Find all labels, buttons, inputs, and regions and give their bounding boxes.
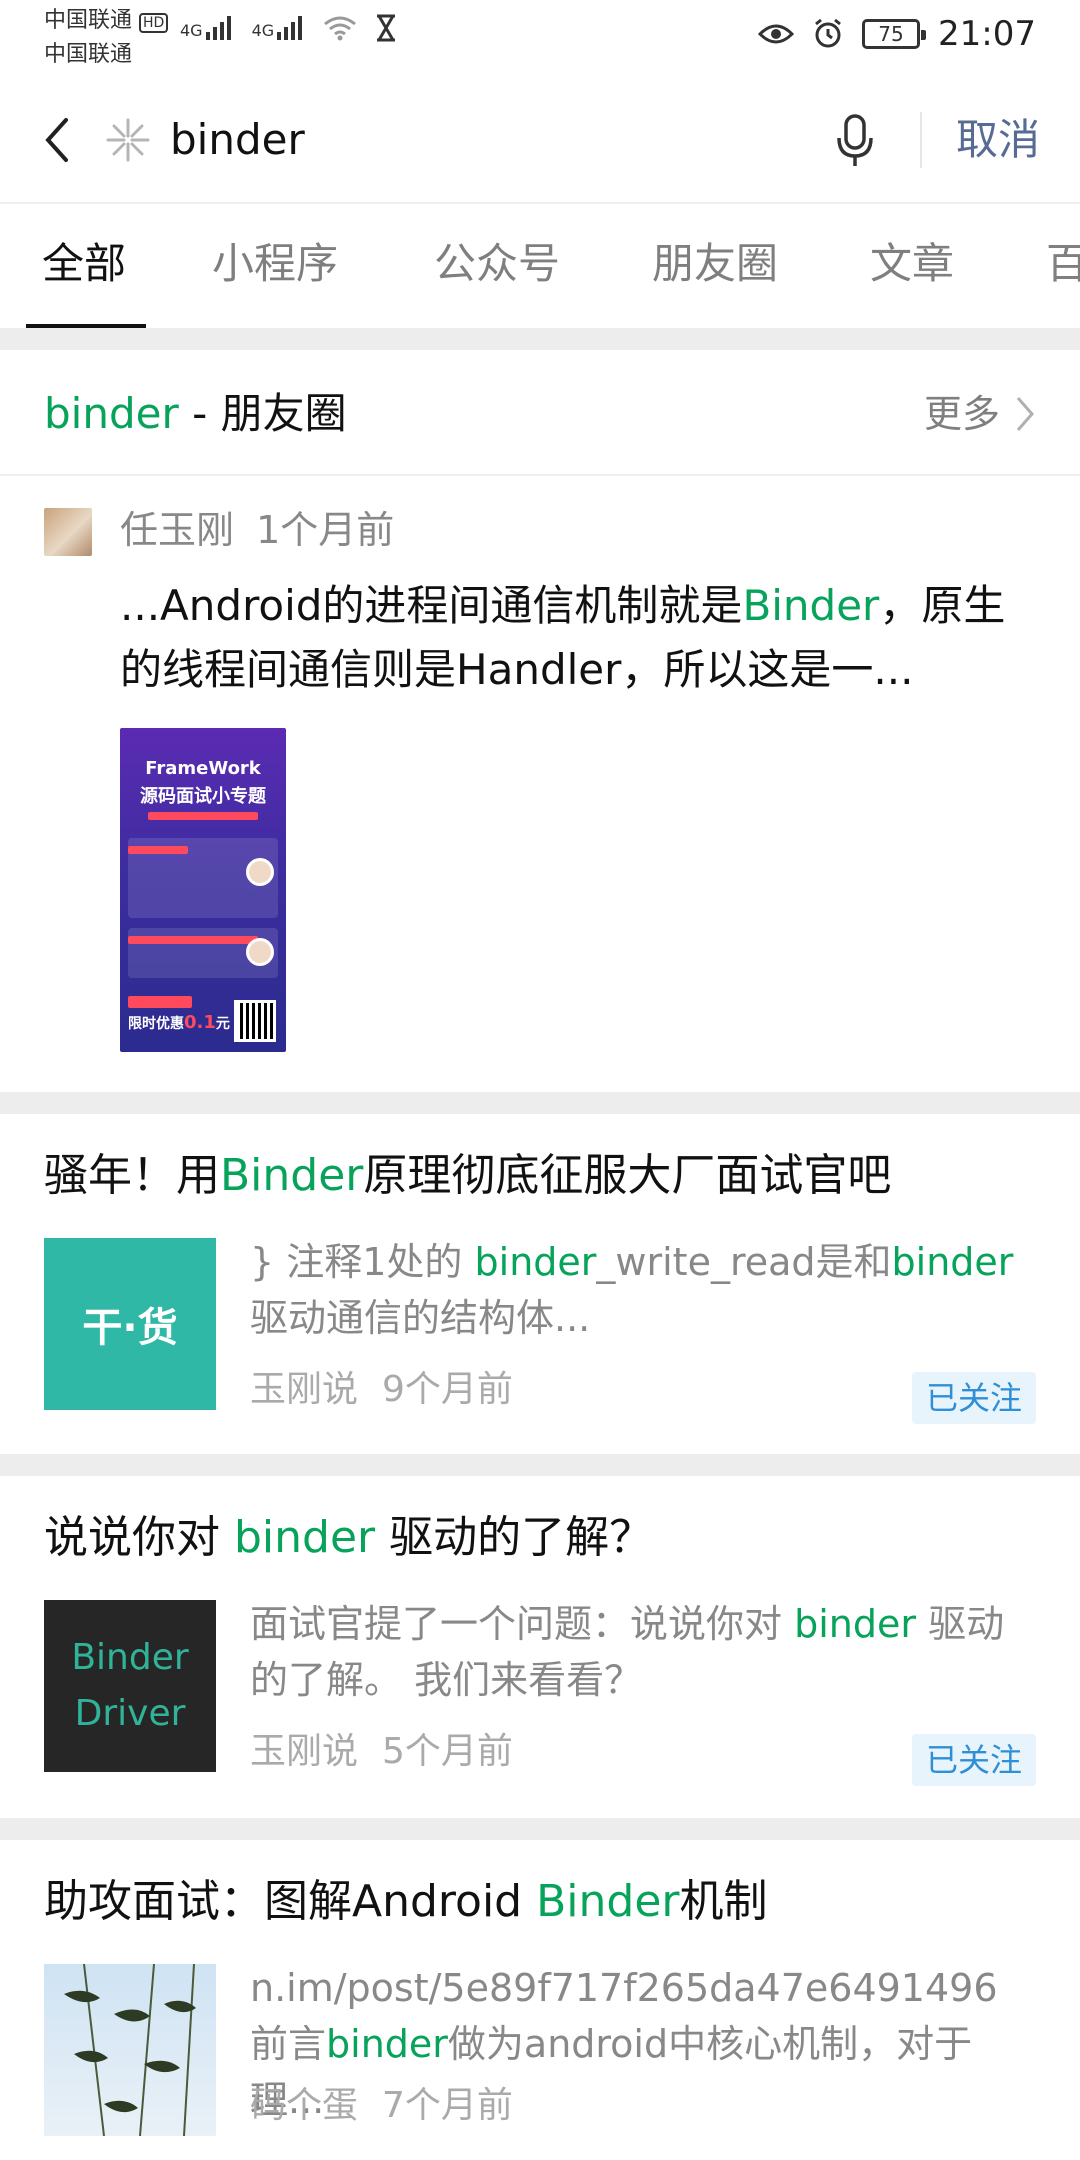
clock: 21:07: [938, 14, 1036, 54]
article-meta: 玉刚说 9个月前: [250, 1369, 513, 1410]
qr-code: [234, 1000, 276, 1042]
post-author-line: 任玉刚 1个月前: [120, 502, 394, 558]
post-author: 任玉刚: [120, 508, 235, 552]
followed-badge: 已关注: [911, 1372, 1036, 1424]
article-title: 骚年！用Binder原理彻底征服大厂面试官吧: [44, 1150, 892, 1201]
signal-icon-1: 4G: [180, 16, 234, 40]
more-button[interactable]: 更多: [924, 386, 1036, 442]
microphone-icon[interactable]: [830, 110, 880, 170]
hd-badge: HD: [139, 13, 169, 33]
avatar[interactable]: [44, 508, 92, 556]
signal-icon-2: 4G: [252, 16, 306, 40]
article-thumbnail: [44, 1964, 216, 2136]
carrier-1: 中国联通 HD: [44, 8, 169, 36]
network-icons: 4G 4G: [180, 14, 397, 42]
article-result[interactable]: 助攻面试：图解Android Binder机制 n.im/post/5e89f7…: [0, 1840, 1080, 2160]
status-right: 75 21:07: [758, 14, 1036, 54]
section-title: binder - 朋友圈: [44, 389, 347, 438]
article-meta: 码个蛋 7个月前: [250, 2085, 513, 2126]
back-arrow-icon[interactable]: [36, 110, 80, 170]
followed-badge: 已关注: [911, 1734, 1036, 1786]
tab-all[interactable]: 全部: [42, 234, 126, 294]
post-text: ...Android的进程间通信机制就是Binder，原生的线程间通信则是Han…: [120, 581, 1006, 694]
section-gap: [0, 1092, 1080, 1114]
article-thumbnail: Binder Driver: [44, 1600, 216, 1772]
search-divider: [920, 112, 922, 168]
status-bar: 中国联通 HD 中国联通 4G 4G 75 21:07: [0, 0, 1080, 80]
section-gap: [0, 1454, 1080, 1476]
section-gap: [0, 328, 1080, 350]
moments-post[interactable]: 任玉刚 1个月前 ...Android的进程间通信机制就是Binder，原生的线…: [0, 478, 1080, 1092]
moments-section-header: binder - 朋友圈 更多: [0, 350, 1080, 476]
tab-moments[interactable]: 朋友圈: [652, 234, 778, 294]
article-result[interactable]: 骚年！用Binder原理彻底征服大厂面试官吧 干·货 } 注释1处的 binde…: [0, 1114, 1080, 1454]
cancel-button[interactable]: 取消: [956, 110, 1040, 170]
post-image[interactable]: FrameWork 源码面试小专题 限时优惠0.1元: [120, 728, 286, 1052]
search-bar: binder 取消: [0, 80, 1080, 200]
section-gap: [0, 1818, 1080, 1840]
wifi-icon: [324, 16, 357, 41]
article-thumbnail: 干·货: [44, 1238, 216, 1410]
carrier-2: 中国联通: [44, 42, 133, 67]
tab-encyclopedia[interactable]: 百: [1046, 234, 1080, 294]
bamboo-leaves-image: [64, 1964, 196, 2136]
article-title: 助攻面试：图解Android Binder机制: [44, 1876, 768, 1927]
filter-tabs: 全部 小程序 公众号 朋友圈 文章 百: [0, 202, 1080, 328]
battery-indicator: 75: [862, 19, 927, 49]
post-time: 1个月前: [256, 508, 395, 552]
hourglass-icon: [377, 14, 396, 42]
article-title: 说说你对 binder 驱动的了解？: [44, 1512, 654, 1563]
tab-mini-programs[interactable]: 小程序: [212, 234, 338, 294]
search-type-icon: [106, 118, 150, 162]
tab-articles[interactable]: 文章: [870, 234, 954, 294]
article-result[interactable]: 说说你对 binder 驱动的了解？ Binder Driver 面试官提了一个…: [0, 1476, 1080, 1818]
chevron-right-icon: [1016, 397, 1034, 431]
article-snippet: } 注释1处的 binder_write_read是和binder驱动通信的结构…: [250, 1240, 1014, 1340]
search-input[interactable]: binder: [170, 110, 305, 170]
alarm-icon: [815, 18, 841, 48]
article-snippet: 面试官提了一个问题：说说你对 binder 驱动的了解。 我们来看看？: [250, 1602, 1005, 1702]
article-meta: 玉刚说 5个月前: [250, 1731, 513, 1772]
tab-official-accounts[interactable]: 公众号: [434, 234, 560, 294]
eye-icon: [758, 24, 795, 44]
